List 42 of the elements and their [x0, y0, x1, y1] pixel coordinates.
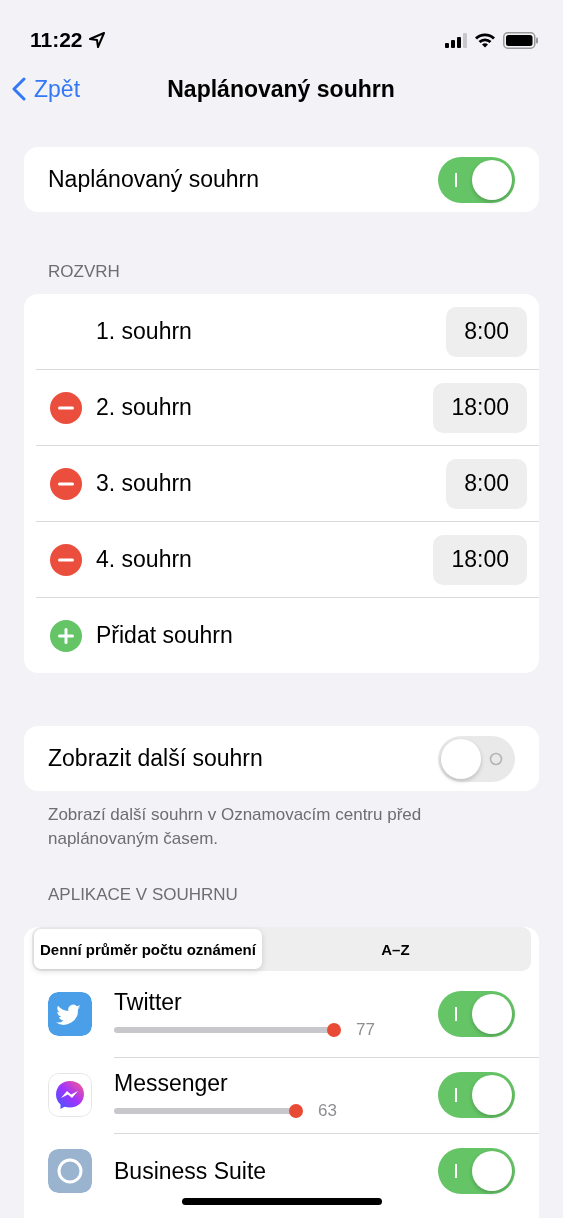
back-button[interactable]: Zpět	[12, 75, 81, 103]
count-value: 63	[318, 1100, 337, 1121]
status-time: 11:22	[30, 28, 83, 52]
remove-icon[interactable]	[50, 543, 82, 576]
summary-label: 2. souhrn	[96, 394, 193, 421]
summary-label: 1. souhrn	[96, 318, 193, 345]
battery-icon	[503, 31, 539, 49]
chevron-left-icon	[12, 77, 26, 101]
toggle-switch[interactable]	[438, 991, 515, 1037]
footnote: Zobrazí další souhrn v Oznamovacím centru před naplánovaným časem.	[47, 804, 423, 850]
off-ring-icon	[489, 751, 503, 766]
summary-label: 3. souhrn	[96, 470, 193, 497]
wifi-icon	[474, 32, 496, 48]
section-header: ROZVRH	[47, 262, 121, 283]
segment-tab[interactable]: A–Z	[261, 929, 529, 969]
toggle-switch[interactable]	[438, 1148, 515, 1194]
app-name: Messenger	[114, 1069, 229, 1097]
location-arrow-icon	[87, 31, 106, 49]
app-icon	[48, 1149, 92, 1193]
messenger-icon	[48, 1073, 92, 1117]
summary-label: 4. souhrn	[96, 546, 193, 573]
remove-icon[interactable]	[50, 391, 82, 424]
toggle-switch[interactable]	[438, 156, 515, 203]
setting-label: Zobrazit další souhrn	[48, 745, 263, 772]
setting-label: Naplánovaný souhrn	[48, 166, 259, 193]
count-value: 77	[356, 1019, 375, 1040]
time-button[interactable]: 8:00	[446, 458, 527, 509]
nav-title: Naplánovaný souhrn	[167, 75, 395, 103]
section-header: APLIKACE V SOUHRNU	[47, 885, 239, 906]
time-button[interactable]: 18:00	[433, 534, 527, 585]
time-button[interactable]: 8:00	[446, 306, 527, 357]
remove-icon[interactable]	[50, 467, 82, 500]
time-button[interactable]: 18:00	[433, 382, 527, 433]
toggle-switch[interactable]	[438, 1072, 515, 1118]
add-icon[interactable]	[50, 619, 82, 652]
toggle-switch[interactable]	[438, 735, 515, 782]
signal-icon	[445, 32, 467, 48]
segment-tab[interactable]: Denní průměr počtu oznámení	[34, 929, 262, 969]
bird-icon	[48, 992, 92, 1036]
app-name: Twitter	[114, 988, 183, 1016]
app-name: Business Suite	[114, 1157, 268, 1185]
add-summary-label[interactable]: Přidat souhrn	[96, 622, 527, 649]
